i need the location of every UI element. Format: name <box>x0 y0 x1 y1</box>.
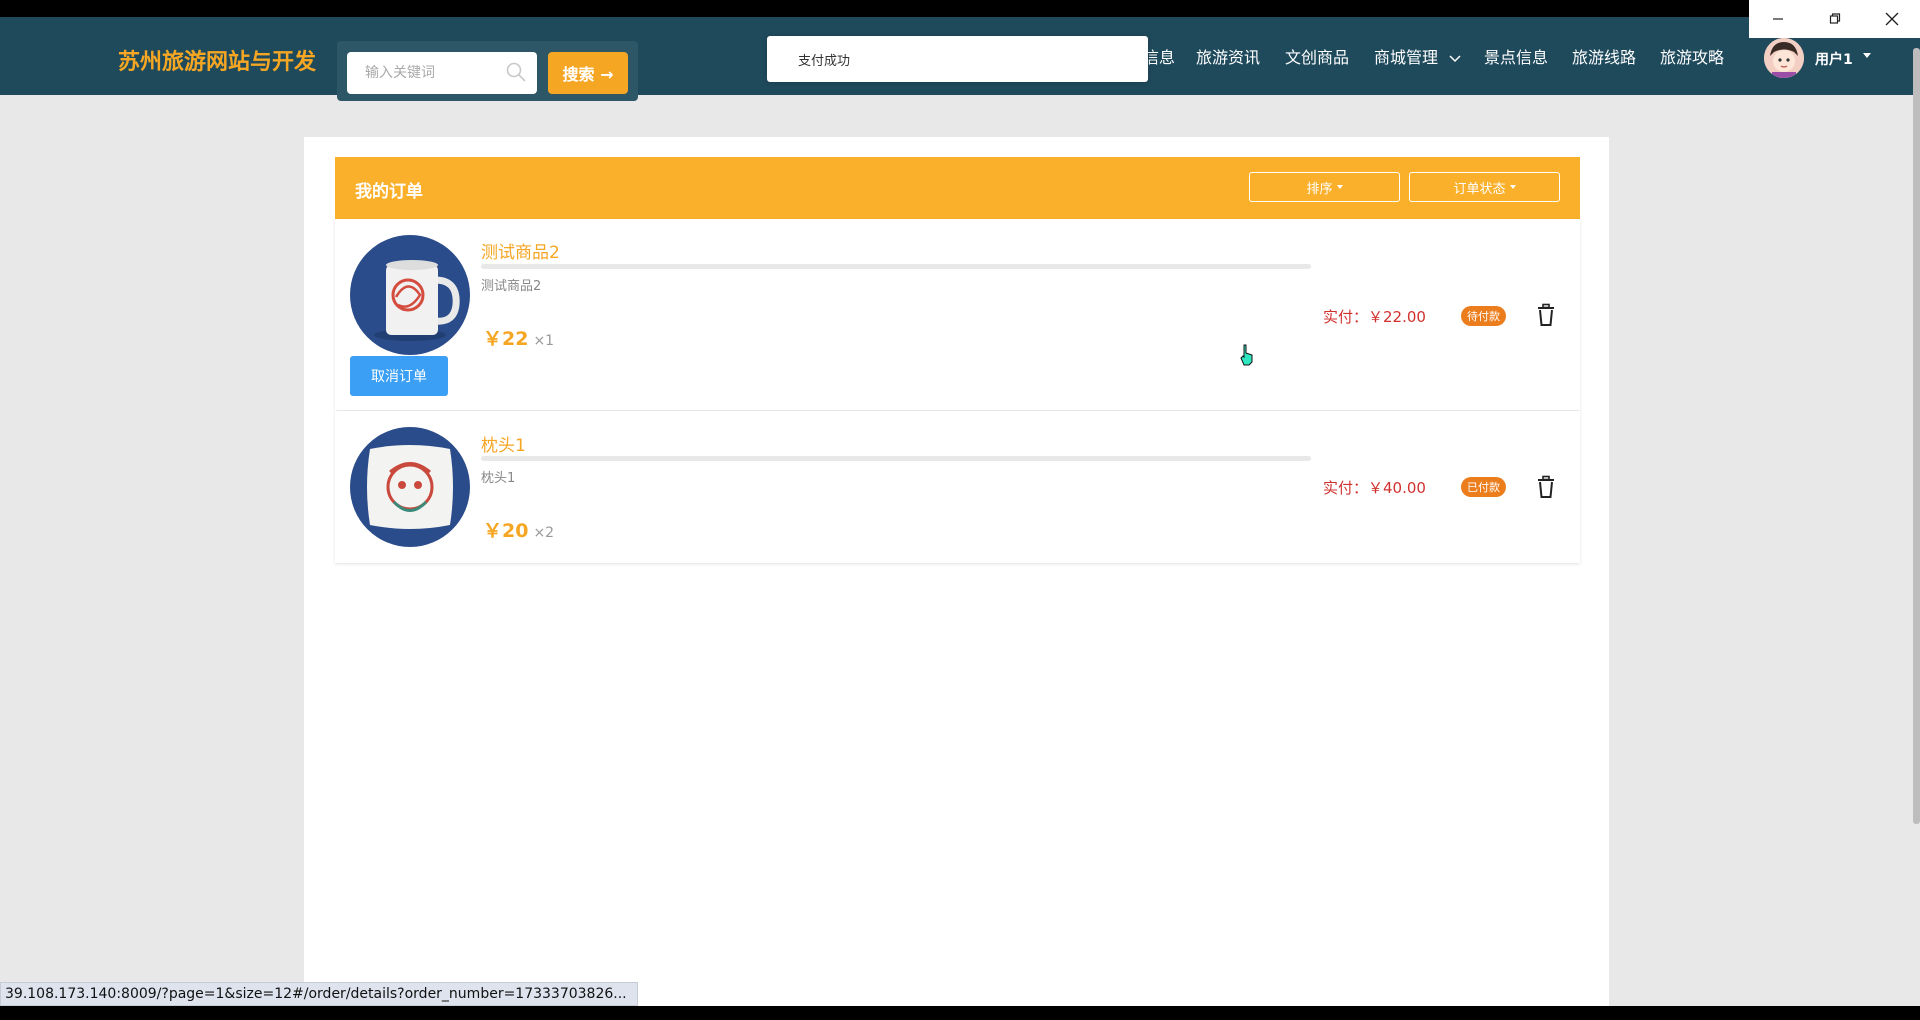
avatar[interactable] <box>1764 38 1804 78</box>
nav-item-shop-management-label: 商城管理 <box>1374 48 1439 67</box>
status-bar-url: 39.108.173.140:8009/?page=1&size=12#/ord… <box>0 982 638 1006</box>
product-name[interactable]: 测试商品2 <box>481 238 560 263</box>
amount-paid: 实付：￥40.00 <box>1323 479 1426 497</box>
caret-down-icon <box>1509 185 1516 189</box>
close-icon <box>1885 12 1898 26</box>
mug-image-icon <box>350 235 470 355</box>
product-divider <box>481 456 1311 461</box>
product-image[interactable] <box>350 427 470 547</box>
nav-item-travel-routes[interactable]: 旅游线路 <box>1572 44 1636 68</box>
product-image[interactable] <box>350 235 470 355</box>
toast-message: 支付成功 <box>767 36 1148 82</box>
nav-item-shop-management[interactable]: 商城管理 <box>1374 44 1461 68</box>
amount-paid: 实付：￥22.00 <box>1323 308 1426 326</box>
page-scrollbar[interactable] <box>1913 48 1920 824</box>
product-quantity: ×2 <box>533 525 555 541</box>
sort-dropdown[interactable]: 排序 <box>1249 172 1400 202</box>
product-description: 枕头1 <box>481 471 516 486</box>
user-caret-icon[interactable] <box>1863 53 1871 58</box>
restore-button[interactable] <box>1806 0 1863 38</box>
order-status-dropdown-label: 订单状态 <box>1453 181 1506 197</box>
product-quantity: ×1 <box>533 333 555 349</box>
pillow-image-icon <box>350 427 470 547</box>
bottom-strip <box>0 1006 1920 1020</box>
search-button[interactable]: 搜索 → <box>548 52 628 94</box>
product-divider <box>481 264 1311 269</box>
window-controls <box>1749 0 1920 38</box>
hand-cursor-icon <box>1240 344 1253 366</box>
trash-icon[interactable] <box>1535 475 1557 499</box>
caret-down-icon <box>1336 185 1343 189</box>
product-description: 测试商品2 <box>481 279 542 294</box>
order-status-dropdown[interactable]: 订单状态 <box>1409 172 1560 202</box>
sort-dropdown-label: 排序 <box>1306 181 1333 197</box>
cancel-order-button[interactable]: 取消订单 <box>350 356 448 396</box>
site-logo[interactable]: 苏州旅游网站与开发 <box>118 44 316 76</box>
nav-item-travel-news[interactable]: 旅游资讯 <box>1196 44 1260 68</box>
close-window-button[interactable] <box>1863 0 1920 38</box>
nav-item-attractions[interactable]: 景点信息 <box>1484 44 1548 68</box>
trash-icon[interactable] <box>1535 303 1557 327</box>
status-badge: 已付款 <box>1461 477 1506 497</box>
product-name[interactable]: 枕头1 <box>481 431 526 456</box>
avatar-face-icon <box>1764 38 1804 78</box>
search-icon[interactable] <box>505 61 527 83</box>
user-name[interactable]: 用户1 <box>1815 49 1853 69</box>
minimize-button[interactable] <box>1749 0 1806 38</box>
restore-icon <box>1829 13 1840 24</box>
product-price-value: ￥20 <box>483 520 529 542</box>
nav-item-travel-guides[interactable]: 旅游攻略 <box>1660 44 1724 68</box>
order-card: 枕头1 枕头1 ￥20 ×2 实付：￥40.00 已付款 <box>335 411 1580 563</box>
order-card: 测试商品2 测试商品2 ￥22 ×1 取消订单 实付：￥22.00 待付款 <box>335 219 1580 410</box>
product-price: ￥22 ×1 <box>483 324 554 351</box>
minimize-icon <box>1772 18 1783 20</box>
product-price: ￥20 ×2 <box>483 516 554 543</box>
status-badge: 待付款 <box>1461 306 1506 326</box>
orders-header: 我的订单 排序 订单状态 <box>335 157 1580 219</box>
top-strip <box>0 0 1920 17</box>
product-price-value: ￥22 <box>483 328 529 350</box>
nav-item-creative-goods[interactable]: 文创商品 <box>1285 44 1349 68</box>
orders-title: 我的订单 <box>355 182 423 202</box>
toast-text: 支付成功 <box>798 54 851 69</box>
chevron-down-icon <box>1449 54 1461 62</box>
